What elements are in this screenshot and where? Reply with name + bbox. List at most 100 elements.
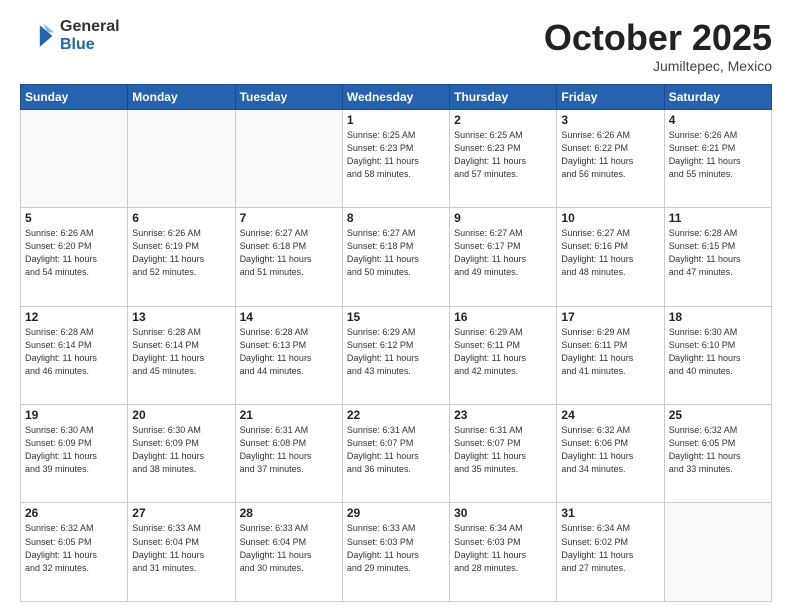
calendar-cell: 21Sunrise: 6:31 AM Sunset: 6:08 PM Dayli… (235, 405, 342, 503)
day-info: Sunrise: 6:26 AM Sunset: 6:21 PM Dayligh… (669, 129, 767, 181)
calendar-week-row: 1Sunrise: 6:25 AM Sunset: 6:23 PM Daylig… (21, 109, 772, 207)
calendar-cell: 14 Sunrise: 6:28 AM Sunset: 6:13 PM Dayli… (235, 306, 342, 404)
day-info: Sunrise: 6:27 AM Sunset: 6:17 PM Dayligh… (454, 227, 552, 279)
logo-blue-text: Blue (60, 36, 120, 54)
calendar-cell: 23Sunrise: 6:31 AM Sunset: 6:07 PM Dayli… (450, 405, 557, 503)
calendar-cell: 28 Sunrise: 6:33 AM Sunset: 6:04 PM Dayli… (235, 503, 342, 602)
calendar-week-row: 19Sunrise: 6:30 AM Sunset: 6:09 PM Dayli… (21, 405, 772, 503)
calendar-week-row: 5 Sunrise: 6:26 AM Sunset: 6:20 PM Daylig… (21, 208, 772, 306)
calendar-cell: 11Sunrise: 6:28 AM Sunset: 6:15 PM Dayli… (664, 208, 771, 306)
day-info: Sunrise: 6:34 AM Sunset: 6:03 PM Dayligh… (454, 522, 552, 574)
day-info: Sunrise: 6:28 AM Sunset: 6:15 PM Dayligh… (669, 227, 767, 279)
calendar-cell: 20Sunrise: 6:30 AM Sunset: 6:09 PM Dayli… (128, 405, 235, 503)
calendar-week-row: 12Sunrise: 6:28 AM Sunset: 6:14 PM Dayli… (21, 306, 772, 404)
day-info: Sunrise: 6:32 AM Sunset: 6:06 PM Dayligh… (561, 424, 659, 476)
day-info: Sunrise: 6:26 AM Sunset: 6:20 PM Dayligh… (25, 227, 123, 279)
day-number: 4 (669, 113, 767, 127)
day-number: 25 (669, 408, 767, 422)
day-info: Sunrise: 6:28 AM Sunset: 6:14 PM Dayligh… (132, 326, 230, 378)
calendar-cell: 26 Sunrise: 6:32 AM Sunset: 6:05 PM Dayli… (21, 503, 128, 602)
day-number: 22 (347, 408, 445, 422)
day-info: Sunrise: 6:26 AM Sunset: 6:22 PM Dayligh… (561, 129, 659, 181)
day-number: 31 (561, 506, 659, 520)
day-number: 18 (669, 310, 767, 324)
calendar-cell: 29Sunrise: 6:33 AM Sunset: 6:03 PM Dayli… (342, 503, 449, 602)
calendar-week-row: 26 Sunrise: 6:32 AM Sunset: 6:05 PM Dayli… (21, 503, 772, 602)
calendar-cell: 3 Sunrise: 6:26 AM Sunset: 6:22 PM Daylig… (557, 109, 664, 207)
calendar-cell: 31Sunrise: 6:34 AM Sunset: 6:02 PM Dayli… (557, 503, 664, 602)
calendar-cell: 2 Sunrise: 6:25 AM Sunset: 6:23 PM Daylig… (450, 109, 557, 207)
day-number: 8 (347, 211, 445, 225)
calendar-cell: 8 Sunrise: 6:27 AM Sunset: 6:18 PM Daylig… (342, 208, 449, 306)
calendar-cell: 25 Sunrise: 6:32 AM Sunset: 6:05 PM Dayli… (664, 405, 771, 503)
day-info: Sunrise: 6:32 AM Sunset: 6:05 PM Dayligh… (669, 424, 767, 476)
calendar-cell: 10Sunrise: 6:27 AM Sunset: 6:16 PM Dayli… (557, 208, 664, 306)
header: General Blue October 2025 Jumiltepec, Me… (20, 18, 772, 74)
calendar-table: SundayMondayTuesdayWednesdayThursdayFrid… (20, 84, 772, 602)
day-number: 9 (454, 211, 552, 225)
day-number: 29 (347, 506, 445, 520)
day-of-week-header: Sunday (21, 84, 128, 109)
calendar-cell (21, 109, 128, 207)
day-of-week-header: Friday (557, 84, 664, 109)
day-info: Sunrise: 6:31 AM Sunset: 6:08 PM Dayligh… (240, 424, 338, 476)
calendar-cell: 12Sunrise: 6:28 AM Sunset: 6:14 PM Dayli… (21, 306, 128, 404)
day-of-week-header: Saturday (664, 84, 771, 109)
day-info: Sunrise: 6:25 AM Sunset: 6:23 PM Dayligh… (454, 129, 552, 181)
day-number: 26 (25, 506, 123, 520)
day-number: 15 (347, 310, 445, 324)
day-number: 13 (132, 310, 230, 324)
logo: General Blue (20, 18, 120, 54)
calendar-cell: 16Sunrise: 6:29 AM Sunset: 6:11 PM Dayli… (450, 306, 557, 404)
calendar-cell (664, 503, 771, 602)
day-number: 5 (25, 211, 123, 225)
calendar-cell: 18 Sunrise: 6:30 AM Sunset: 6:10 PM Dayli… (664, 306, 771, 404)
calendar-cell: 4 Sunrise: 6:26 AM Sunset: 6:21 PM Daylig… (664, 109, 771, 207)
day-info: Sunrise: 6:33 AM Sunset: 6:04 PM Dayligh… (132, 522, 230, 574)
calendar-cell: 7 Sunrise: 6:27 AM Sunset: 6:18 PM Daylig… (235, 208, 342, 306)
day-number: 3 (561, 113, 659, 127)
day-info: Sunrise: 6:29 AM Sunset: 6:11 PM Dayligh… (561, 326, 659, 378)
location-subtitle: Jumiltepec, Mexico (544, 58, 772, 74)
calendar-cell (128, 109, 235, 207)
logo-text: General Blue (60, 18, 120, 53)
day-info: Sunrise: 6:31 AM Sunset: 6:07 PM Dayligh… (454, 424, 552, 476)
calendar-cell: 5 Sunrise: 6:26 AM Sunset: 6:20 PM Daylig… (21, 208, 128, 306)
day-info: Sunrise: 6:30 AM Sunset: 6:09 PM Dayligh… (25, 424, 123, 476)
day-info: Sunrise: 6:32 AM Sunset: 6:05 PM Dayligh… (25, 522, 123, 574)
day-number: 17 (561, 310, 659, 324)
calendar-cell: 1Sunrise: 6:25 AM Sunset: 6:23 PM Daylig… (342, 109, 449, 207)
day-number: 28 (240, 506, 338, 520)
day-of-week-header: Tuesday (235, 84, 342, 109)
day-number: 27 (132, 506, 230, 520)
day-info: Sunrise: 6:25 AM Sunset: 6:23 PM Dayligh… (347, 129, 445, 181)
day-number: 10 (561, 211, 659, 225)
day-info: Sunrise: 6:30 AM Sunset: 6:10 PM Dayligh… (669, 326, 767, 378)
day-info: Sunrise: 6:29 AM Sunset: 6:12 PM Dayligh… (347, 326, 445, 378)
day-info: Sunrise: 6:27 AM Sunset: 6:18 PM Dayligh… (240, 227, 338, 279)
day-info: Sunrise: 6:27 AM Sunset: 6:18 PM Dayligh… (347, 227, 445, 279)
day-info: Sunrise: 6:31 AM Sunset: 6:07 PM Dayligh… (347, 424, 445, 476)
day-number: 30 (454, 506, 552, 520)
calendar-cell (235, 109, 342, 207)
day-info: Sunrise: 6:26 AM Sunset: 6:19 PM Dayligh… (132, 227, 230, 279)
calendar-cell: 15 Sunrise: 6:29 AM Sunset: 6:12 PM Dayli… (342, 306, 449, 404)
day-info: Sunrise: 6:30 AM Sunset: 6:09 PM Dayligh… (132, 424, 230, 476)
day-info: Sunrise: 6:33 AM Sunset: 6:04 PM Dayligh… (240, 522, 338, 574)
calendar-cell: 27 Sunrise: 6:33 AM Sunset: 6:04 PM Dayli… (128, 503, 235, 602)
calendar-header-row: SundayMondayTuesdayWednesdayThursdayFrid… (21, 84, 772, 109)
day-number: 2 (454, 113, 552, 127)
calendar-cell: 30 Sunrise: 6:34 AM Sunset: 6:03 PM Dayli… (450, 503, 557, 602)
calendar-cell: 22 Sunrise: 6:31 AM Sunset: 6:07 PM Dayli… (342, 405, 449, 503)
day-of-week-header: Thursday (450, 84, 557, 109)
day-number: 16 (454, 310, 552, 324)
day-number: 7 (240, 211, 338, 225)
day-number: 14 (240, 310, 338, 324)
day-info: Sunrise: 6:28 AM Sunset: 6:13 PM Dayligh… (240, 326, 338, 378)
day-number: 6 (132, 211, 230, 225)
page: General Blue October 2025 Jumiltepec, Me… (0, 0, 792, 612)
day-of-week-header: Monday (128, 84, 235, 109)
title-area: October 2025 Jumiltepec, Mexico (544, 18, 772, 74)
logo-icon (20, 18, 56, 54)
day-info: Sunrise: 6:28 AM Sunset: 6:14 PM Dayligh… (25, 326, 123, 378)
